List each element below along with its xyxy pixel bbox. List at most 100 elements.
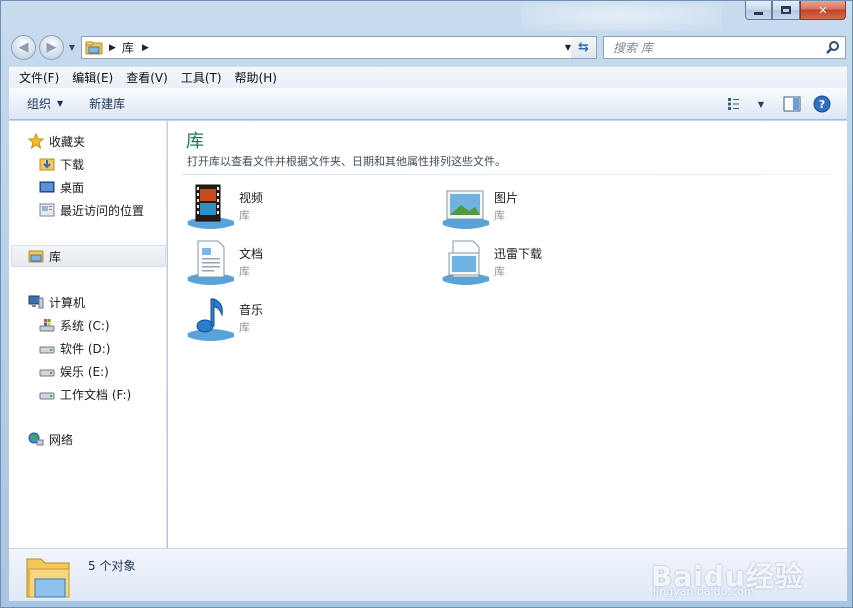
menu-view[interactable]: 查看(V) [120,69,175,86]
search-icon[interactable] [825,40,841,56]
maximize-icon [781,6,791,14]
nav-item-recent-places[interactable]: 最近访问的位置 [9,199,144,221]
baidu-watermark: Baidu经验 jingyan.baidu.com [647,553,837,599]
nav-drive-c[interactable]: 系统 (C:) [9,314,110,336]
preview-pane-icon[interactable] [781,94,803,114]
download-library-icon [441,239,493,291]
nav-computer[interactable]: 计算机 [9,291,85,313]
minimize-button[interactable] [745,1,772,20]
desktop-icon [39,179,55,195]
nav-item-desktop[interactable]: 桌面 [9,176,84,198]
computer-icon [28,294,44,310]
music-library-icon [186,295,238,347]
nav-drive-f-label: 工作文档 (F:) [60,387,132,402]
library-type: 库 [494,265,505,278]
menu-help[interactable]: 帮助(H) [229,69,284,86]
chevron-down-icon: ▼ [57,99,64,108]
organize-label: 组织 [27,97,52,111]
nav-libraries-label: 库 [49,249,62,264]
address-bar[interactable]: ▶ 库 ▶ ▼ [81,36,577,59]
library-type: 库 [239,209,250,222]
new-library-button[interactable]: 新建库 [79,95,135,112]
divider [182,174,832,175]
search-input[interactable]: 搜索 库 [603,36,846,59]
watermark-url: jingyan.baidu.com [653,585,755,598]
recent-pages-dropdown[interactable]: ▼ [67,43,77,53]
help-icon[interactable]: ? [811,94,833,114]
library-folder-icon [25,551,75,601]
navigation-pane: 收藏夹 下载 桌面 最近访问的位置 库 计算机 系统 (C:) 软件 (D:) … [9,121,167,548]
menu-tools[interactable]: 工具(T) [175,69,229,86]
nav-favorites-label: 收藏夹 [49,134,86,149]
minimize-icon [754,11,763,15]
library-item-videos[interactable]: 视频 库 [186,183,426,235]
documents-library-icon [186,239,238,291]
recent-places-icon [39,202,55,218]
change-view-icon[interactable] [725,94,747,114]
library-item-thunder-download[interactable]: 迅雷下载 库 [441,239,681,291]
nav-libraries[interactable]: 库 [11,245,166,267]
library-name: 文档 [239,247,264,261]
back-button[interactable]: ◀ [11,35,36,60]
nav-drive-e-label: 娱乐 (E:) [60,364,109,379]
breadcrumb-chevron-icon[interactable]: ▶ [142,43,149,53]
downloads-folder-icon [39,156,55,172]
search-placeholder: 搜索 库 [613,41,653,55]
refresh-button[interactable]: ⇆ [571,36,597,59]
nav-item-desktop-label: 桌面 [60,180,85,195]
caption-buttons: ✕ [745,1,846,21]
nav-computer-label: 计算机 [49,295,86,310]
library-folder-icon [85,40,105,56]
command-bar: 组织 ▼ 新建库 ▼ ? [9,88,847,120]
library-icon [28,248,44,264]
breadcrumb-library[interactable]: 库 [122,39,134,56]
system-drive-icon [39,317,55,333]
library-type: 库 [239,265,250,278]
nav-favorites[interactable]: 收藏夹 [9,130,85,152]
organize-button[interactable]: 组织 ▼ [17,95,73,112]
nav-drive-d[interactable]: 软件 (D:) [9,337,110,359]
nav-drive-f[interactable]: 工作文档 (F:) [9,383,131,405]
network-icon [28,431,44,447]
details-pane: 5 个对象 Baidu经验 jingyan.baidu.com [9,548,847,601]
forward-arrow-icon: ▶ [46,40,57,55]
close-icon: ✕ [818,3,828,17]
library-type: 库 [494,209,505,222]
forward-button[interactable]: ▶ [39,35,64,60]
library-name: 音乐 [239,303,264,317]
library-item-pictures[interactable]: 图片 库 [441,183,681,235]
nav-item-downloads-label: 下载 [60,157,85,172]
nav-network-label: 网络 [49,432,74,447]
hard-drive-icon [39,340,55,356]
page-description: 打开库以查看文件并根据文件夹、日期和其他属性排列这些文件。 [187,155,506,168]
content-pane: 库 打开库以查看文件并根据文件夹、日期和其他属性排列这些文件。 视频 库 图片 … [168,121,847,548]
library-name: 视频 [239,191,264,205]
library-type: 库 [239,321,250,334]
library-name: 迅雷下载 [494,247,543,261]
library-item-documents[interactable]: 文档 库 [186,239,426,291]
pictures-library-icon [441,183,493,235]
breadcrumb-separator-icon[interactable]: ▶ [109,43,116,53]
command-bar-right: ▼ ? [725,88,847,120]
view-options-chevron-icon[interactable]: ▼ [755,94,767,114]
close-button[interactable]: ✕ [800,1,846,20]
menu-bar: 文件(F) 编辑(E) 查看(V) 工具(T) 帮助(H) [9,66,847,88]
navigation-row: ◀ ▶ ▼ ▶ 库 ▶ ▼ ⇆ 搜索 库 [9,33,849,61]
nav-network[interactable]: 网络 [9,428,73,450]
window-frame: ✕ ◀ ▶ ▼ ▶ 库 ▶ ▼ ⇆ 搜索 库 文件(F) 编辑(E) 查看(V)… [0,0,853,608]
title-bar-glow [521,1,721,31]
hard-drive-icon [39,386,55,402]
menu-edit[interactable]: 编辑(E) [66,69,120,86]
nav-item-recent-places-label: 最近访问的位置 [60,203,145,218]
menu-file[interactable]: 文件(F) [13,69,66,86]
star-icon [27,132,45,150]
hard-drive-icon [39,363,55,379]
nav-drive-e[interactable]: 娱乐 (E:) [9,360,109,382]
nav-item-downloads[interactable]: 下载 [9,153,84,175]
refresh-icon: ⇆ [578,40,589,55]
library-item-music[interactable]: 音乐 库 [186,295,426,347]
maximize-button[interactable] [772,1,800,20]
video-library-icon [186,183,238,235]
nav-drive-c-label: 系统 (C:) [60,318,110,333]
page-title: 库 [186,131,204,152]
